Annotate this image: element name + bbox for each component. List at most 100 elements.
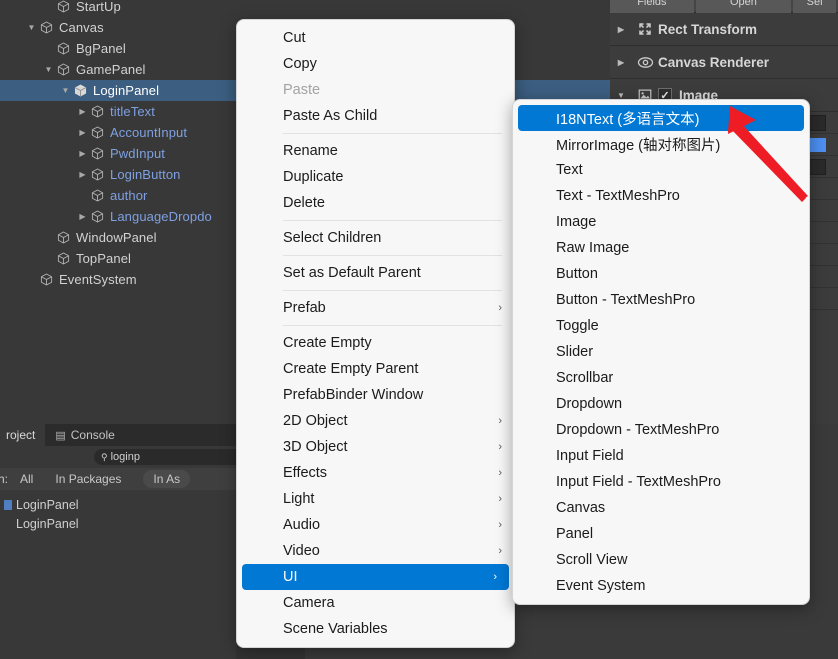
foldout-closed-icon[interactable]: ▶ <box>610 58 632 67</box>
submenu-item[interactable]: Slider <box>513 339 809 365</box>
menu-item-label: Video <box>283 543 320 559</box>
component-header[interactable]: ▶ Rect Transform <box>610 13 838 46</box>
project-tab[interactable]: roject <box>0 424 46 446</box>
hierarchy-context-menu[interactable]: Cut Copy Paste Paste As Child Rename Duplicat… <box>236 19 515 648</box>
search-filter-label: rch: <box>0 472 9 486</box>
foldout-closed-icon[interactable]: ▶ <box>76 101 89 122</box>
foldout-closed-icon <box>25 269 38 290</box>
project-tabbar[interactable]: roject ▤ Console <box>0 424 236 446</box>
menu-item[interactable]: Effects › <box>237 460 514 486</box>
submenu-item[interactable]: Button - TextMeshPro <box>513 287 809 313</box>
submenu-item[interactable]: Scroll View <box>513 547 809 573</box>
search-filter-option[interactable]: All <box>20 472 33 486</box>
rect-transform-icon <box>632 21 658 37</box>
search-result-row[interactable]: LoginPanel <box>0 514 236 533</box>
search-result-row[interactable]: LoginPanel <box>0 495 236 514</box>
submenu-item[interactable]: Input Field <box>513 443 809 469</box>
submenu-item[interactable]: Dropdown <box>513 391 809 417</box>
submenu-item[interactable]: Raw Image <box>513 235 809 261</box>
prefab-asset-icon <box>4 519 12 529</box>
submenu-item[interactable]: Dropdown - TextMeshPro <box>513 417 809 443</box>
submenu-item-label: Button - TextMeshPro <box>556 292 696 308</box>
menu-item[interactable]: Copy <box>237 51 514 77</box>
menu-item[interactable]: Paste As Child <box>237 103 514 129</box>
menu-item-label: Cut <box>283 30 306 46</box>
search-filter-option[interactable]: In As <box>143 470 191 488</box>
submenu-item[interactable]: Text <box>513 157 809 183</box>
gameobject-cube-icon <box>55 227 72 248</box>
menu-item[interactable]: Prefab › <box>237 295 514 321</box>
menu-item[interactable]: 3D Object › <box>237 434 514 460</box>
menu-item[interactable]: Video › <box>237 538 514 564</box>
menu-item[interactable]: 2D Object › <box>237 408 514 434</box>
submenu-item-label: Canvas <box>556 500 606 516</box>
menu-item-label: Select Children <box>283 230 382 246</box>
menu-item[interactable]: UI › <box>242 564 509 590</box>
menu-item-label: Copy <box>283 56 317 72</box>
chevron-right-icon: › <box>498 302 502 314</box>
gameobject-cube-icon <box>55 248 72 269</box>
submenu-item[interactable]: Toggle <box>513 313 809 339</box>
menu-item[interactable]: Set as Default Parent <box>237 260 514 286</box>
foldout-closed-icon[interactable]: ▶ <box>76 164 89 185</box>
submenu-item[interactable]: Panel <box>513 521 809 547</box>
menu-item[interactable]: Create Empty Parent <box>237 356 514 382</box>
inspector-toolbar: Fields Open Sel <box>610 0 838 13</box>
foldout-closed-icon[interactable]: ▶ <box>610 25 632 34</box>
console-icon: ▤ <box>55 429 66 442</box>
menu-item[interactable]: Delete <box>237 190 514 216</box>
menu-item[interactable]: Duplicate <box>237 164 514 190</box>
foldout-open-icon[interactable]: ▼ <box>25 17 38 38</box>
submenu-item[interactable]: Canvas <box>513 495 809 521</box>
search-filter-bar[interactable]: rch: All In Packages In As <box>0 468 236 490</box>
menu-item[interactable]: Light › <box>237 486 514 512</box>
menu-item[interactable]: PrefabBinder Window <box>237 382 514 408</box>
menu-item[interactable]: Camera <box>237 590 514 616</box>
submenu-item-label: Dropdown <box>556 396 623 412</box>
foldout-open-icon[interactable]: ▼ <box>59 80 72 101</box>
submenu-item[interactable]: MirrorImage (轴对称图片) <box>513 131 809 157</box>
submenu-item[interactable]: Text - TextMeshPro <box>513 183 809 209</box>
submenu-item[interactable]: I18NText (多语言文本) <box>518 105 804 131</box>
search-input[interactable]: ⚲ loginp <box>94 449 242 465</box>
search-filter-option[interactable]: In Packages <box>55 472 121 486</box>
menu-item[interactable]: Create Empty <box>237 330 514 356</box>
submenu-item[interactable]: Event System <box>513 573 809 599</box>
menu-item[interactable]: Select Children <box>237 225 514 251</box>
submenu-item-label: MirrorImage (轴对称图片) <box>556 137 721 154</box>
submenu-item[interactable]: Button <box>513 261 809 287</box>
menu-item-label: Paste <box>283 82 321 98</box>
menu-item-label: UI <box>283 569 298 585</box>
hierarchy-row-label: titleText <box>110 104 155 119</box>
foldout-closed-icon[interactable]: ▶ <box>76 122 89 143</box>
inspector-toolbar-button[interactable]: Fields <box>610 0 694 13</box>
project-tab[interactable]: ▤ Console <box>45 424 124 446</box>
component-name: Rect Transform <box>658 21 758 37</box>
menu-item[interactable]: Scene Variables <box>237 616 514 642</box>
canvas-renderer-icon <box>632 54 658 71</box>
submenu-item[interactable]: Scrollbar <box>513 365 809 391</box>
gameobject-cube-icon <box>38 17 55 38</box>
foldout-closed-icon[interactable]: ▶ <box>76 206 89 227</box>
inspector-toolbar-button[interactable]: Sel <box>793 0 836 13</box>
gameobject-cube-icon <box>55 38 72 59</box>
menu-item-label: Duplicate <box>283 169 344 185</box>
foldout-closed-icon[interactable]: ▶ <box>76 143 89 164</box>
component-header[interactable]: ▶ Canvas Renderer <box>610 46 838 79</box>
menu-item[interactable]: Audio › <box>237 512 514 538</box>
project-panel[interactable]: roject ▤ Console ⚲ loginp rch: All In Packag… <box>0 424 242 659</box>
project-tab-label: Console <box>70 428 115 442</box>
inspector-toolbar-button[interactable]: Open <box>695 0 792 13</box>
hierarchy-row-label: AccountInput <box>110 125 188 140</box>
hierarchy-row-label: TopPanel <box>76 251 132 266</box>
menu-item-label: Camera <box>283 595 335 611</box>
menu-item[interactable]: Cut <box>237 25 514 51</box>
ui-submenu[interactable]: I18NText (多语言文本) MirrorImage (轴对称图片) Text T… <box>512 99 810 605</box>
submenu-item[interactable]: Image <box>513 209 809 235</box>
menu-item[interactable]: Rename <box>237 138 514 164</box>
hierarchy-row[interactable]: StartUp <box>0 0 610 17</box>
search-result-label: LoginPanel <box>16 516 79 531</box>
submenu-item[interactable]: Input Field - TextMeshPro <box>513 469 809 495</box>
foldout-open-icon[interactable]: ▼ <box>42 59 55 80</box>
search-results-list[interactable]: LoginPanel LoginPanel <box>0 490 236 533</box>
